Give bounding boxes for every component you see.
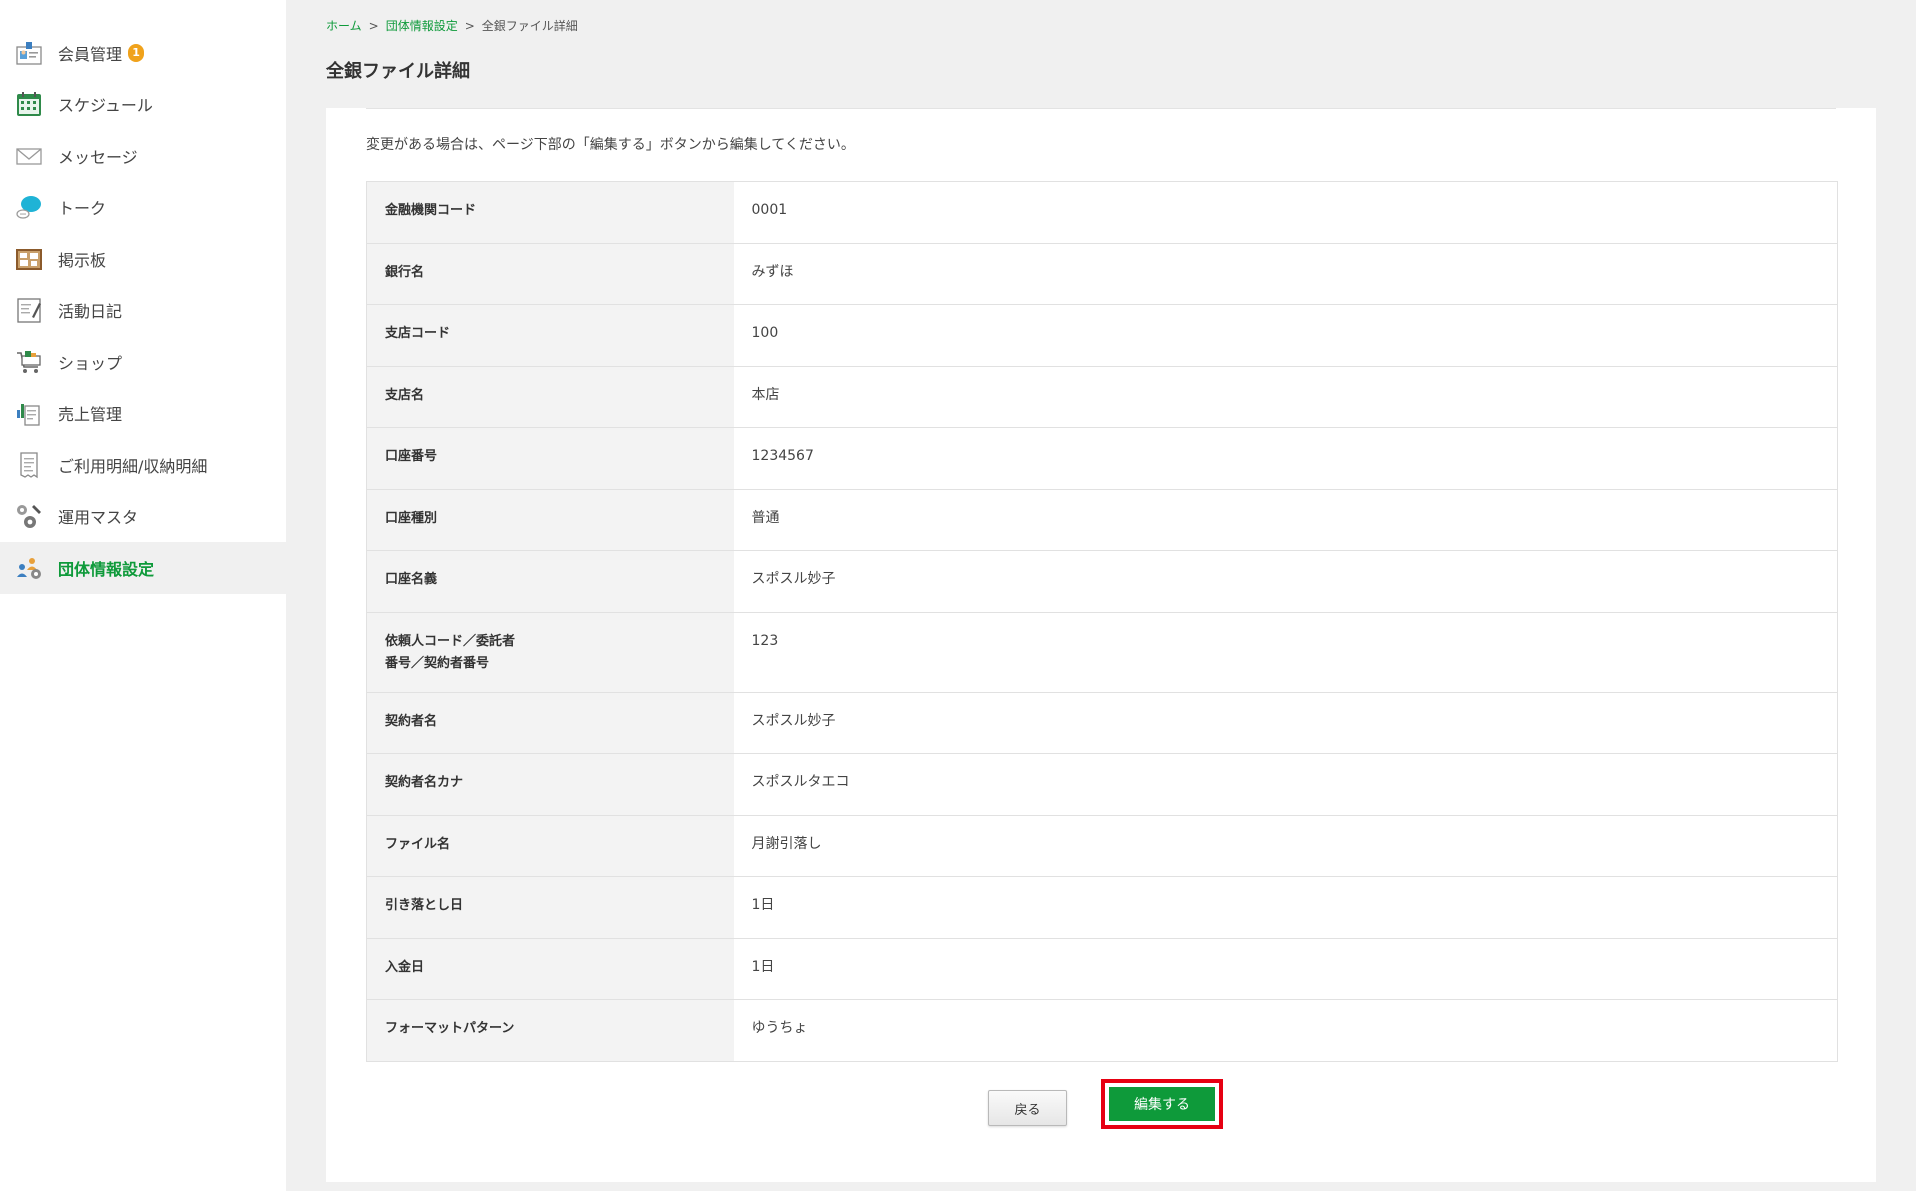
sidebar-item-operation-master[interactable]: 運用マスタ [0, 491, 286, 543]
panel-divider [366, 108, 1836, 109]
table-row: 銀行名 みずほ [366, 242, 1838, 305]
edit-button-highlight: 編集する [1101, 1079, 1223, 1129]
row-value: 1日 [733, 876, 1838, 939]
row-label: 入金日 [366, 937, 734, 1000]
sidebar-item-bulletin-board[interactable]: 掲示板 [0, 233, 286, 285]
row-value: 123 [733, 611, 1838, 693]
page-title: 全銀ファイル詳細 [326, 61, 470, 82]
bulletin-board-icon [14, 244, 44, 274]
row-value: 本店 [733, 365, 1838, 428]
edit-button[interactable]: 編集する [1109, 1087, 1215, 1121]
edit-notice: 変更がある場合は、ページ下部の「編集する」ボタンから編集してください。 [366, 137, 855, 153]
row-label-line1: 依頼人コード／委託者 [385, 633, 516, 649]
row-value: 普通 [733, 488, 1838, 551]
sidebar-item-schedule[interactable]: スケジュール [0, 79, 286, 131]
table-row: 依頼人コード／委託者 番号／契約者番号 123 [366, 611, 1838, 693]
row-label: 口座番号 [366, 427, 734, 490]
row-value: みずほ [733, 242, 1838, 305]
table-row: 金融機関コード 0001 [366, 181, 1838, 244]
sidebar-item-label: ご利用明細/収納明細 [58, 456, 208, 476]
sidebar-item-label: 活動日記 [58, 302, 123, 322]
sidebar-item-member-management[interactable]: 会員管理 1 [0, 27, 286, 79]
sidebar-item-label: 団体情報設定 [58, 559, 155, 579]
row-value: スポスル妙子 [733, 691, 1838, 754]
row-value: 100 [733, 304, 1838, 367]
breadcrumb-separator: > [464, 19, 475, 33]
sidebar-item-message[interactable]: メッセージ [0, 130, 286, 182]
row-label: 金融機関コード [366, 181, 734, 244]
table-row: 契約者名 スポスル妙子 [366, 691, 1838, 754]
sidebar-item-label: メッセージ [58, 147, 138, 167]
sidebar-item-shop[interactable]: ショップ [0, 336, 286, 388]
table-row: フォーマットパターン ゆうちょ [366, 999, 1838, 1062]
table-row: 支店コード 100 [366, 304, 1838, 367]
table-row: 口座番号 1234567 [366, 427, 1838, 490]
row-label: 口座名義 [366, 550, 734, 613]
bank-file-detail-table: 金融機関コード 0001 銀行名 みずほ 支店コード 100 支店名 本店 口座… [366, 181, 1838, 1062]
row-label: 引き落とし日 [366, 876, 734, 939]
sidebar-item-usage-statement[interactable]: ご利用明細/収納明細 [0, 439, 286, 491]
envelope-icon [14, 141, 44, 171]
table-row: 入金日 1日 [366, 937, 1838, 1000]
sidebar-item-label: 会員管理 [58, 44, 123, 64]
shopping-cart-icon [14, 347, 44, 377]
detail-panel: 変更がある場合は、ページ下部の「編集する」ボタンから編集してください。 金融機関… [326, 108, 1876, 1182]
table-row: 契約者名カナ スポスルタエコ [366, 753, 1838, 816]
row-label: 契約者名 [366, 691, 734, 754]
row-label: フォーマットパターン [366, 999, 734, 1062]
row-value: 月謝引落し [733, 814, 1838, 877]
row-label: 依頼人コード／委託者 番号／契約者番号 [366, 611, 734, 693]
sidebar-item-talk[interactable]: トーク [0, 182, 286, 234]
row-label: 口座種別 [366, 488, 734, 551]
chat-bubble-icon [14, 192, 44, 222]
gear-wrench-icon [14, 501, 44, 531]
notebook-pen-icon [14, 295, 44, 325]
sidebar-item-label: トーク [58, 199, 107, 219]
group-settings-icon [14, 553, 44, 583]
row-label: 支店名 [366, 365, 734, 428]
calendar-icon [14, 89, 44, 119]
breadcrumb: ホーム > 団体情報設定 > 全銀ファイル詳細 [326, 17, 578, 34]
sidebar-item-sales-management[interactable]: 売上管理 [0, 388, 286, 440]
notification-badge: 1 [128, 43, 145, 62]
row-value: スポスルタエコ [733, 753, 1838, 816]
sales-chart-icon [14, 398, 44, 428]
main-content: ホーム > 団体情報設定 > 全銀ファイル詳細 全銀ファイル詳細 変更がある場合は、ペー… [286, 0, 1916, 1191]
table-row: 口座名義 スポスル妙子 [366, 550, 1838, 613]
sidebar: 会員管理 1 スケジュール メッセージ トーク 掲示板 活動日記 ショップ 売上… [0, 0, 286, 1191]
sidebar-item-group-settings[interactable]: 団体情報設定 [0, 542, 286, 594]
back-button[interactable]: 戻る [988, 1090, 1067, 1126]
sidebar-item-label: 売上管理 [58, 405, 123, 425]
row-label: 銀行名 [366, 242, 734, 305]
row-value: ゆうちょ [733, 999, 1838, 1062]
sidebar-item-label: 掲示板 [58, 250, 107, 270]
sidebar-item-label: 運用マスタ [58, 508, 139, 528]
row-value: スポスル妙子 [733, 550, 1838, 613]
receipt-icon [14, 450, 44, 480]
table-row: 引き落とし日 1日 [366, 876, 1838, 939]
row-label: 支店コード [366, 304, 734, 367]
sidebar-item-activity-diary[interactable]: 活動日記 [0, 285, 286, 337]
sidebar-item-label: スケジュール [58, 96, 153, 116]
table-row: 口座種別 普通 [366, 488, 1838, 551]
table-row: 支店名 本店 [366, 365, 1838, 428]
breadcrumb-separator: > [368, 19, 379, 33]
member-card-icon [14, 38, 44, 68]
sidebar-nav: 会員管理 1 スケジュール メッセージ トーク 掲示板 活動日記 ショップ 売上… [0, 0, 286, 594]
row-value: 1234567 [733, 427, 1838, 490]
sidebar-item-label: ショップ [58, 353, 123, 373]
form-actions: 戻る 編集する [326, 1079, 1876, 1129]
breadcrumb-current: 全銀ファイル詳細 [481, 19, 578, 33]
table-row: ファイル名 月謝引落し [366, 814, 1838, 877]
row-value: 0001 [733, 181, 1838, 244]
row-value: 1日 [733, 937, 1838, 1000]
breadcrumb-home-link[interactable]: ホーム [326, 19, 362, 33]
breadcrumb-parent-link[interactable]: 団体情報設定 [386, 19, 458, 33]
row-label: 契約者名カナ [366, 753, 734, 816]
row-label-line2: 番号／契約者番号 [385, 655, 490, 671]
row-label: ファイル名 [366, 814, 734, 877]
